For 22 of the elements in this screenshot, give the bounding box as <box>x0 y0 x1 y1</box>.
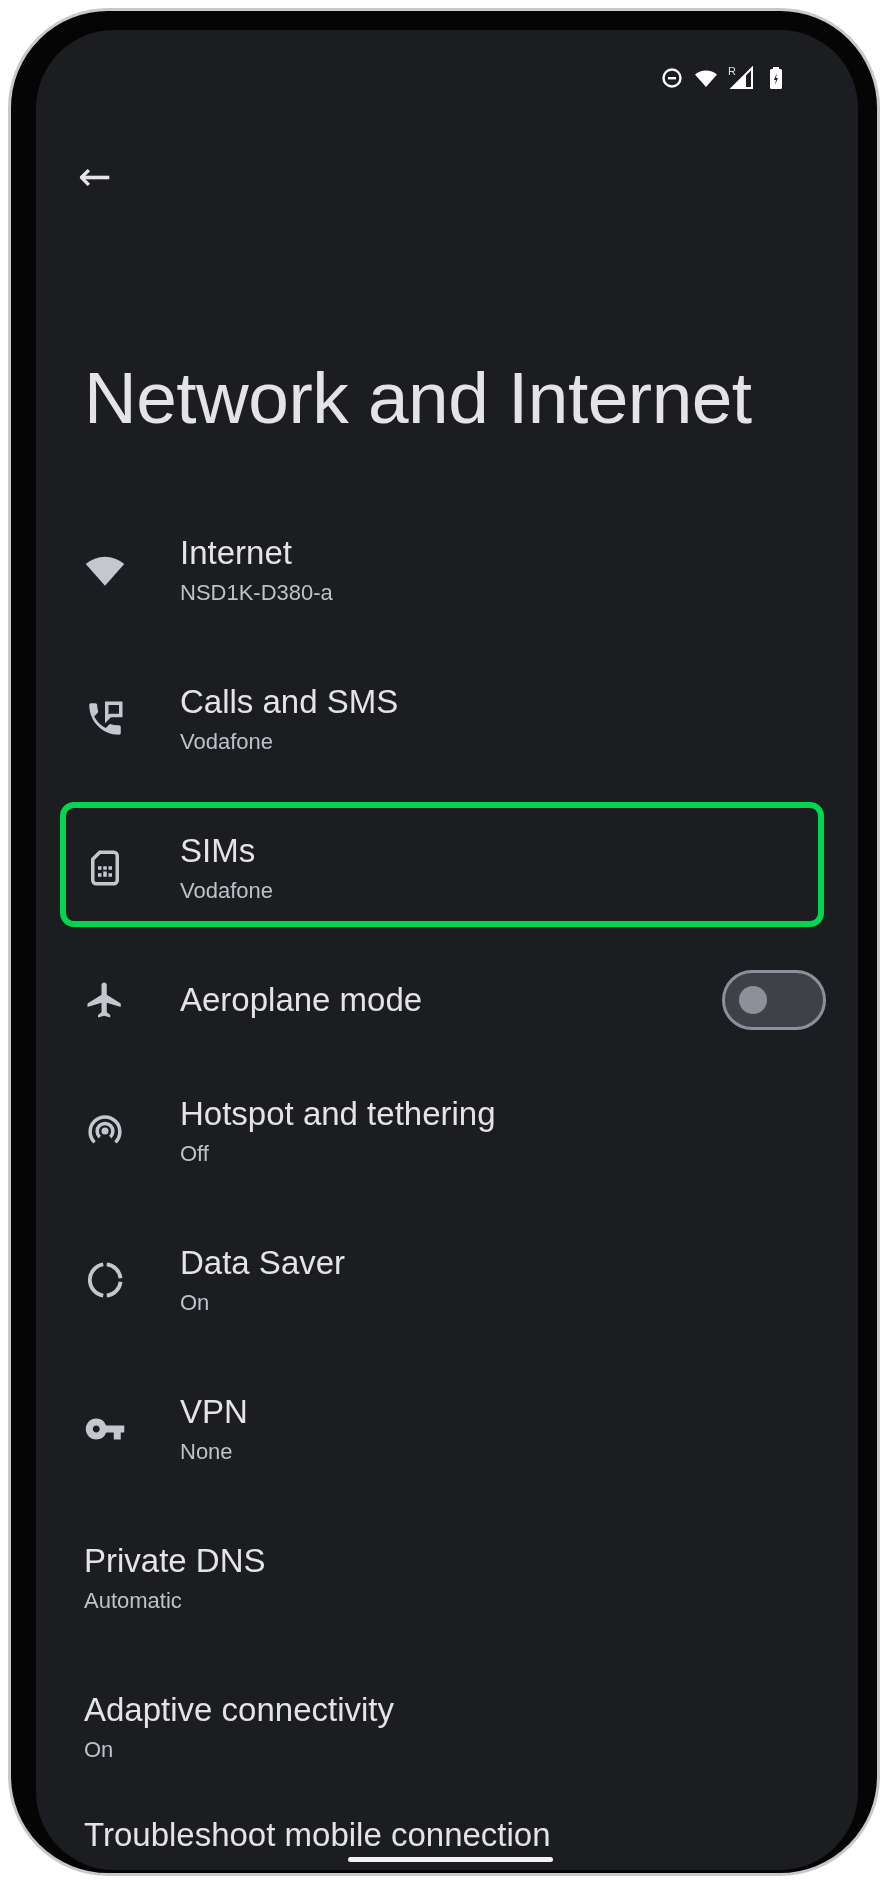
setting-title[interactable]: VPN <box>180 1393 826 1432</box>
setting-title[interactable]: Internet <box>180 534 826 573</box>
setting-summary: Vodafone <box>180 729 274 756</box>
setting-summary: Off <box>180 1141 210 1168</box>
roaming-label: R <box>728 66 736 77</box>
setting-title[interactable]: Troubleshoot mobile connection <box>84 1815 826 1854</box>
setting-title[interactable]: Aeroplane mode <box>180 980 722 1019</box>
setting-title[interactable]: SIMs <box>180 832 826 871</box>
setting-title[interactable]: Data Saver <box>180 1244 826 1283</box>
setting-summary: Automatic <box>84 1588 183 1615</box>
setting-title[interactable]: Adaptive connectivity <box>84 1691 826 1730</box>
back-button[interactable]: ← <box>68 150 122 202</box>
setting-summary: On <box>84 1737 115 1764</box>
setting-summary: None <box>180 1439 234 1466</box>
setting-summary: Vodafone <box>180 878 274 905</box>
setting-title[interactable]: Private DNS <box>84 1542 826 1581</box>
setting-title[interactable]: Hotspot and tethering <box>180 1095 826 1134</box>
signal-icon <box>730 66 754 90</box>
setting-summary: On <box>180 1290 211 1317</box>
page-title: Network and Internet <box>84 356 753 440</box>
setting-title[interactable]: Calls and SMS <box>180 683 826 722</box>
setting-summary: NSD1K-D380-a <box>180 580 334 607</box>
